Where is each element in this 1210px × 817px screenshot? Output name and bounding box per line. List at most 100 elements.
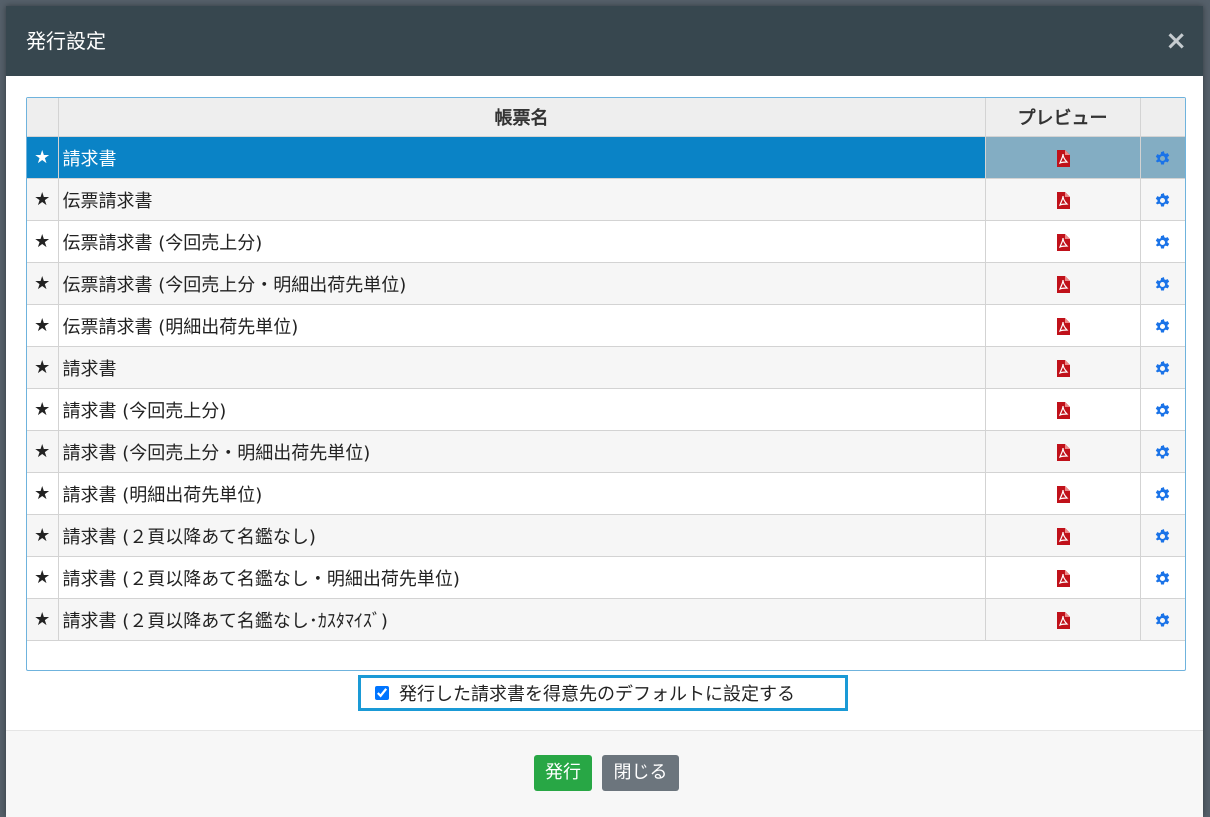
table-row[interactable]: ★ 請求書 (明細出荷先単位)	[27, 472, 1185, 515]
gear-icon[interactable]	[1154, 231, 1171, 252]
table-row[interactable]: ★ 伝票請求書 (今回売上分)	[27, 220, 1185, 263]
gear-icon[interactable]	[1154, 525, 1171, 546]
table-row[interactable]: ★ 請求書 (今回売上分・明細出荷先単位)	[27, 430, 1185, 473]
preview-cell	[984, 598, 1141, 641]
default-setting-option[interactable]: 発行した請求書を得意先のデフォルトに設定する	[358, 675, 848, 711]
gear-icon[interactable]	[1154, 609, 1171, 630]
default-setting-checkbox[interactable]	[375, 686, 389, 700]
gear-icon[interactable]	[1154, 357, 1171, 378]
gear-icon[interactable]	[1154, 441, 1171, 462]
pdf-icon[interactable]	[1056, 231, 1070, 252]
gear-icon[interactable]	[1154, 189, 1171, 210]
gear-icon[interactable]	[1154, 147, 1171, 168]
star-icon[interactable]: ★	[27, 472, 59, 515]
issue-settings-dialog: 発行設定 × 帳票名 プレビュー ★ 請求書 ★ 伝票請求書 ★ 伝票請求書 (今回売上分…	[6, 6, 1203, 817]
close-button[interactable]: 閉じる	[602, 755, 679, 791]
table-row[interactable]: ★ 伝票請求書 (明細出荷先単位)	[27, 304, 1185, 347]
preview-cell	[984, 388, 1141, 431]
form-table-container: 帳票名 プレビュー ★ 請求書 ★ 伝票請求書 ★ 伝票請求書 (今回売上分) ★ 伝票請求書…	[26, 97, 1186, 671]
form-name-cell[interactable]: 請求書	[57, 346, 986, 389]
preview-cell	[984, 178, 1141, 221]
table-row[interactable]: ★ 請求書 (２頁以降あて名鑑なし・明細出荷先単位)	[27, 556, 1185, 599]
pdf-icon[interactable]	[1056, 189, 1070, 210]
settings-cell	[1139, 514, 1185, 557]
pdf-icon[interactable]	[1056, 315, 1070, 336]
pdf-icon[interactable]	[1056, 357, 1070, 378]
settings-cell	[1139, 430, 1185, 473]
table-row[interactable]: ★ 請求書 (今回売上分)	[27, 388, 1185, 431]
gear-icon[interactable]	[1154, 315, 1171, 336]
pdf-icon[interactable]	[1056, 609, 1070, 630]
table-row[interactable]: ★ 請求書	[27, 136, 1185, 179]
star-icon[interactable]: ★	[27, 136, 59, 179]
dialog-title: 発行設定	[26, 29, 106, 53]
default-setting-label: 発行した請求書を得意先のデフォルトに設定する	[399, 684, 795, 705]
star-icon[interactable]: ★	[27, 304, 59, 347]
settings-cell	[1139, 472, 1185, 515]
gear-icon[interactable]	[1154, 399, 1171, 420]
star-icon[interactable]: ★	[27, 346, 59, 389]
star-icon[interactable]: ★	[27, 598, 59, 641]
header-preview: プレビュー	[984, 98, 1141, 137]
gear-icon[interactable]	[1154, 567, 1171, 588]
settings-cell	[1139, 220, 1185, 263]
settings-cell	[1139, 388, 1185, 431]
header-form-name[interactable]: 帳票名	[57, 98, 986, 137]
settings-cell	[1139, 346, 1185, 389]
star-icon[interactable]: ★	[27, 220, 59, 263]
table-row[interactable]: ★ 請求書 (２頁以降あて名鑑なし)	[27, 514, 1185, 557]
form-name-cell[interactable]: 請求書 (明細出荷先単位)	[57, 472, 986, 515]
star-icon[interactable]: ★	[27, 556, 59, 599]
preview-cell	[984, 472, 1141, 515]
table-row[interactable]: ★ 請求書 (２頁以降あて名鑑なし･ｶｽﾀﾏｲｽﾞ)	[27, 598, 1185, 641]
close-icon[interactable]: ×	[1165, 28, 1187, 54]
table-row[interactable]: ★ 請求書	[27, 346, 1185, 389]
settings-cell	[1139, 136, 1185, 179]
preview-cell	[984, 136, 1141, 179]
form-name-cell[interactable]: 請求書 (今回売上分)	[57, 388, 986, 431]
preview-cell	[984, 346, 1141, 389]
preview-cell	[984, 220, 1141, 263]
star-icon[interactable]: ★	[27, 514, 59, 557]
issue-button[interactable]: 発行	[534, 755, 592, 791]
settings-cell	[1139, 262, 1185, 305]
preview-cell	[984, 514, 1141, 557]
table-row[interactable]: ★ 伝票請求書 (今回売上分・明細出荷先単位)	[27, 262, 1185, 305]
header-settings	[1139, 98, 1185, 137]
form-name-cell[interactable]: 請求書 (今回売上分・明細出荷先単位)	[57, 430, 986, 473]
pdf-icon[interactable]	[1056, 567, 1070, 588]
star-icon[interactable]: ★	[27, 388, 59, 431]
pdf-icon[interactable]	[1056, 273, 1070, 294]
preview-cell	[984, 262, 1141, 305]
preview-cell	[984, 304, 1141, 347]
settings-cell	[1139, 598, 1185, 641]
form-name-cell[interactable]: 請求書 (２頁以降あて名鑑なし・明細出荷先単位)	[57, 556, 986, 599]
pdf-icon[interactable]	[1056, 147, 1070, 168]
form-name-cell[interactable]: 請求書 (２頁以降あて名鑑なし)	[57, 514, 986, 557]
gear-icon[interactable]	[1154, 483, 1171, 504]
settings-cell	[1139, 304, 1185, 347]
pdf-icon[interactable]	[1056, 399, 1070, 420]
form-name-cell[interactable]: 伝票請求書	[57, 178, 986, 221]
gear-icon[interactable]	[1154, 273, 1171, 294]
form-name-cell[interactable]: 請求書	[57, 136, 986, 179]
star-icon[interactable]: ★	[27, 178, 59, 221]
table-row[interactable]: ★ 伝票請求書	[27, 178, 1185, 221]
form-name-cell[interactable]: 伝票請求書 (今回売上分・明細出荷先単位)	[57, 262, 986, 305]
header-star	[27, 98, 59, 137]
star-icon[interactable]: ★	[27, 430, 59, 473]
pdf-icon[interactable]	[1056, 525, 1070, 546]
dialog-header: 発行設定 ×	[6, 6, 1203, 76]
settings-cell	[1139, 556, 1185, 599]
dialog-footer: 発行 閉じる	[6, 730, 1203, 817]
preview-cell	[984, 556, 1141, 599]
form-name-cell[interactable]: 伝票請求書 (今回売上分)	[57, 220, 986, 263]
pdf-icon[interactable]	[1056, 483, 1070, 504]
form-name-cell[interactable]: 伝票請求書 (明細出荷先単位)	[57, 304, 986, 347]
form-name-cell[interactable]: 請求書 (２頁以降あて名鑑なし･ｶｽﾀﾏｲｽﾞ)	[57, 598, 986, 641]
settings-cell	[1139, 178, 1185, 221]
form-table: 帳票名 プレビュー ★ 請求書 ★ 伝票請求書 ★ 伝票請求書 (今回売上分) ★ 伝票請求書…	[27, 98, 1185, 641]
pdf-icon[interactable]	[1056, 441, 1070, 462]
star-icon[interactable]: ★	[27, 262, 59, 305]
preview-cell	[984, 430, 1141, 473]
